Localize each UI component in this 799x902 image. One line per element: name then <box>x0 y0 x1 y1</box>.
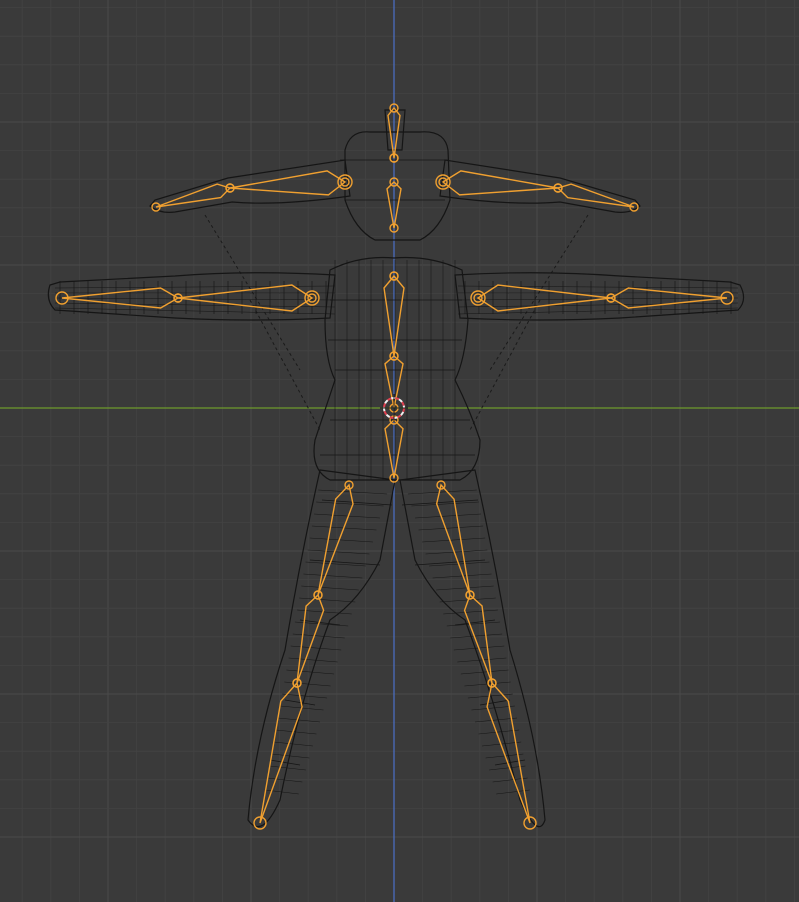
bone-foot-r[interactable] <box>486 678 537 830</box>
mesh-edge <box>301 585 359 591</box>
mesh-edge <box>450 633 503 639</box>
relationship-line <box>204 214 301 371</box>
bone-clavicle-r[interactable] <box>438 170 563 196</box>
mesh-edge <box>422 537 486 543</box>
mesh-edge <box>436 585 494 591</box>
mesh-edge-loop <box>479 699 511 706</box>
mesh-edge <box>299 597 356 603</box>
mesh-edge <box>54 302 336 308</box>
mesh-edge <box>269 765 306 771</box>
viewport-canvas[interactable] <box>0 0 799 902</box>
mesh-edge <box>457 285 739 289</box>
mesh-edge <box>271 753 310 759</box>
mesh-edge <box>457 302 739 308</box>
mesh-outline <box>149 159 351 213</box>
3d-cursor[interactable] <box>380 394 408 422</box>
bone-forearm-l[interactable] <box>173 284 317 312</box>
mesh-edge <box>313 513 381 519</box>
bone-shape <box>259 681 303 824</box>
bone-thigh-l[interactable] <box>313 480 354 600</box>
mesh-edge <box>290 645 342 651</box>
mesh-edge <box>414 513 482 519</box>
bone-shape <box>155 183 232 208</box>
mesh-edge <box>460 669 509 675</box>
mesh-edge <box>286 669 335 675</box>
mesh-edge-loop <box>309 559 381 566</box>
bone-clavicle-l[interactable] <box>225 170 350 196</box>
mesh-edge <box>309 537 373 543</box>
mesh-edge <box>303 573 363 579</box>
mesh-edge-loop <box>454 619 496 626</box>
mesh-outline <box>439 159 641 213</box>
mesh-edge-loop <box>284 699 316 706</box>
mesh-edge <box>288 657 338 663</box>
mesh-edge <box>284 681 331 687</box>
mesh-edge <box>305 561 366 567</box>
mesh-edge-loop <box>269 759 301 766</box>
3d-viewport[interactable] <box>0 0 799 902</box>
mesh-edge <box>457 657 507 663</box>
bone-shape <box>177 284 314 312</box>
mesh-edge-loop <box>414 559 486 566</box>
mesh-edge <box>474 717 518 723</box>
relationship-line <box>489 214 589 371</box>
